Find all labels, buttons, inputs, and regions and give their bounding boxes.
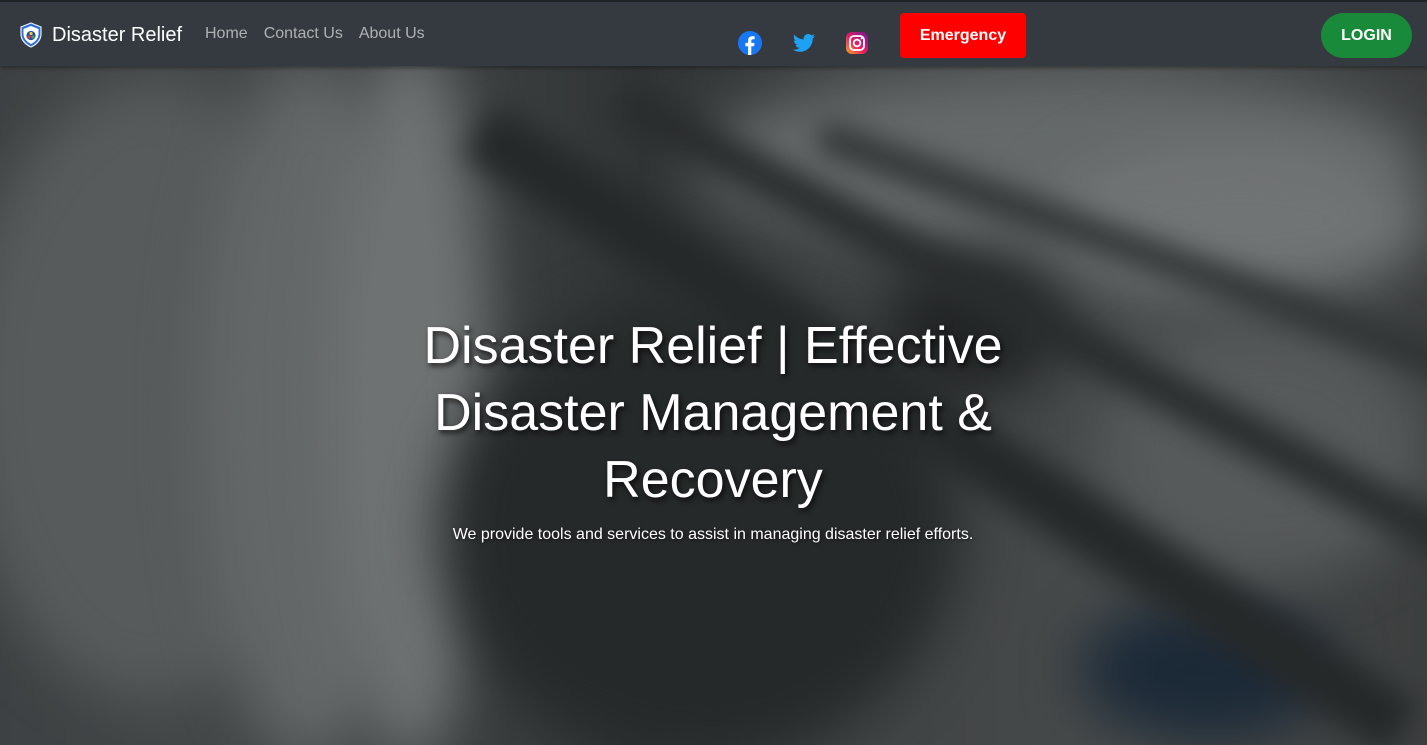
hero-subtitle: We provide tools and services to assist … <box>452 526 974 543</box>
instagram-icon[interactable] <box>845 31 869 55</box>
emergency-button[interactable]: Emergency <box>900 13 1026 58</box>
hero-section: Disaster Relief | Effective Disaster Man… <box>363 313 1063 544</box>
brand-name: Disaster Relief <box>52 23 183 46</box>
facebook-icon[interactable] <box>738 31 762 55</box>
brand-link[interactable]: Disaster Relief <box>18 22 182 48</box>
shield-logo-icon <box>18 22 44 48</box>
nav-link-contact-us[interactable]: Contact Us <box>264 25 343 43</box>
nav-links: Home Contact Us About Us <box>205 25 425 43</box>
nav-link-home[interactable]: Home <box>205 25 248 43</box>
navbar: Disaster Relief Home Contact Us About Us <box>0 0 1427 66</box>
twitter-icon[interactable] <box>792 31 816 55</box>
login-button[interactable]: LOGIN <box>1321 13 1412 58</box>
nav-link-about-us[interactable]: About Us <box>359 25 425 43</box>
hero-title: Disaster Relief | Effective Disaster Man… <box>423 317 1003 509</box>
